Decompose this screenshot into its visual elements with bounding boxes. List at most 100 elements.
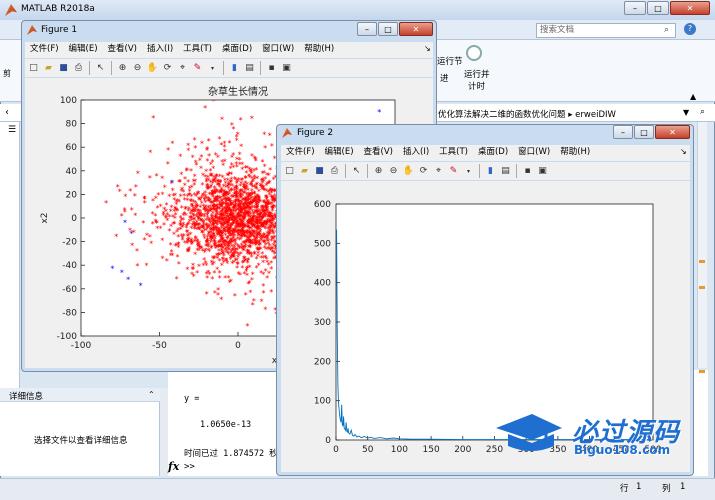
- brush-dropdown-icon[interactable]: ▾: [206, 62, 219, 75]
- print-icon[interactable]: ⎙: [72, 62, 85, 75]
- status-bar: [0, 478, 715, 500]
- status-row-label: 行: [620, 484, 629, 494]
- show-tools-icon[interactable]: ▣: [280, 62, 293, 75]
- menu-help[interactable]: 帮助(H): [299, 42, 339, 58]
- new-figure-icon[interactable]: □: [27, 62, 40, 75]
- figure2-close-button[interactable]: ✕: [655, 125, 690, 139]
- menu-edit[interactable]: 编辑(E): [320, 145, 359, 161]
- save-icon[interactable]: ■: [57, 62, 70, 75]
- menu-help[interactable]: 帮助(H): [555, 145, 595, 161]
- figure2-minimize-button[interactable]: –: [613, 125, 633, 139]
- search-icon[interactable]: ⌕: [664, 25, 669, 35]
- x-tick-label: 50: [362, 445, 374, 455]
- new-figure-icon[interactable]: □: [283, 165, 296, 178]
- pan-icon[interactable]: ✋: [402, 165, 415, 178]
- menu-edit[interactable]: 编辑(E): [64, 42, 103, 58]
- menu-desktop[interactable]: 桌面(D): [473, 145, 513, 161]
- scatter-point: *: [193, 205, 197, 214]
- run-and-time-line2[interactable]: 计时: [468, 80, 485, 92]
- scatter-point: *: [229, 277, 233, 286]
- scatter-point: *: [257, 194, 261, 203]
- legend-icon[interactable]: ▤: [243, 62, 256, 75]
- menu-desktop[interactable]: 桌面(D): [217, 42, 257, 58]
- scatter-point: *: [251, 301, 255, 310]
- back-arrow-icon[interactable]: ‹: [5, 107, 9, 118]
- right-scroll-strip[interactable]: [697, 122, 707, 368]
- details-collapse-icon[interactable]: ⌃: [148, 390, 155, 399]
- path-search-icon[interactable]: ⌕: [700, 107, 705, 117]
- colorbar-icon[interactable]: ▮: [484, 165, 497, 178]
- scatter-point: *: [216, 154, 220, 163]
- colorbar-icon[interactable]: ▮: [228, 62, 241, 75]
- scatter-point: *: [155, 172, 159, 181]
- print-icon[interactable]: ⎙: [328, 165, 341, 178]
- search-docs-input[interactable]: 搜索文档: [536, 23, 676, 38]
- legend-icon[interactable]: ▤: [499, 165, 512, 178]
- path-text[interactable]: 优化算法解决二维的函数优化问题 ▸ erweiDIW: [438, 108, 616, 120]
- scatter-point: *: [170, 179, 174, 188]
- scatter-point: *: [269, 189, 273, 198]
- run-and-time-line1[interactable]: 运行并: [464, 68, 490, 80]
- save-icon[interactable]: ■: [313, 165, 326, 178]
- zoom-out-icon[interactable]: ⊖: [387, 165, 400, 178]
- ribbon-collapse-icon[interactable]: ▲: [690, 92, 696, 101]
- scatter-point: *: [377, 108, 381, 117]
- zoom-in-icon[interactable]: ⊕: [372, 165, 385, 178]
- menu-tools[interactable]: 工具(T): [178, 42, 217, 58]
- cmd-prompt[interactable]: >>: [184, 462, 195, 472]
- figure1-minimize-button[interactable]: –: [357, 22, 377, 36]
- open-icon[interactable]: ▰: [42, 62, 55, 75]
- scatter-point: *: [162, 221, 166, 230]
- open-icon[interactable]: ▰: [298, 165, 311, 178]
- menu-window[interactable]: 窗口(W): [513, 145, 555, 161]
- menu-file[interactable]: 文件(F): [281, 145, 320, 161]
- x-tick-label: -50: [152, 341, 167, 351]
- menu-view[interactable]: 查看(V): [359, 145, 398, 161]
- show-tools-icon[interactable]: ▣: [536, 165, 549, 178]
- scatter-point: *: [210, 258, 214, 267]
- fx-icon[interactable]: fx: [168, 460, 179, 473]
- y-tick-label: 20: [66, 190, 78, 200]
- rotate-icon[interactable]: ⟳: [161, 62, 174, 75]
- zoom-in-icon[interactable]: ⊕: [116, 62, 129, 75]
- hide-tools-icon[interactable]: ▪: [521, 165, 534, 178]
- menu-window[interactable]: 窗口(W): [257, 42, 299, 58]
- pointer-icon[interactable]: ↖: [94, 62, 107, 75]
- menu-insert[interactable]: 插入(I): [398, 145, 434, 161]
- data-cursor-icon[interactable]: ⌖: [432, 165, 445, 178]
- folder-panel-menu-icon[interactable]: ☰: [8, 125, 16, 135]
- menu-file[interactable]: 文件(F): [25, 42, 64, 58]
- left-ribbon-clip-label[interactable]: 剪: [3, 68, 11, 79]
- scatter-point: *: [235, 133, 239, 142]
- ribbon-advance-label[interactable]: 进: [440, 72, 449, 84]
- data-cursor-icon[interactable]: ⌖: [176, 62, 189, 75]
- menu-tools[interactable]: 工具(T): [434, 145, 473, 161]
- pan-icon[interactable]: ✋: [146, 62, 159, 75]
- panel-splitter[interactable]: [160, 388, 168, 476]
- figure2-maximize-button[interactable]: □: [634, 125, 654, 139]
- zoom-out-icon[interactable]: ⊖: [131, 62, 144, 75]
- scatter-point: *: [259, 182, 263, 191]
- matlab-minimize-button[interactable]: –: [624, 1, 646, 15]
- figure1-menu-pin-icon[interactable]: ↘: [424, 44, 431, 53]
- ribbon-run-section-label[interactable]: 运行节: [437, 55, 463, 67]
- pointer-icon[interactable]: ↖: [350, 165, 363, 178]
- brush-icon[interactable]: ✎: [191, 62, 204, 75]
- figure2-menu-pin-icon[interactable]: ↘: [680, 147, 687, 156]
- hide-tools-icon[interactable]: ▪: [265, 62, 278, 75]
- rotate-icon[interactable]: ⟳: [417, 165, 430, 178]
- path-dropdown-icon[interactable]: ▼: [683, 108, 689, 117]
- matlab-close-button[interactable]: ✕: [670, 1, 710, 15]
- matlab-maximize-button[interactable]: □: [647, 1, 669, 15]
- run-and-time-icon[interactable]: [466, 45, 482, 61]
- figure1-maximize-button[interactable]: □: [378, 22, 398, 36]
- menu-view[interactable]: 查看(V): [103, 42, 142, 58]
- menu-insert[interactable]: 插入(I): [142, 42, 178, 58]
- figure1-close-button[interactable]: ✕: [399, 22, 433, 36]
- brush-dropdown-icon[interactable]: ▾: [462, 165, 475, 178]
- help-icon[interactable]: ?: [684, 23, 696, 35]
- chart-title: 杂草生长情况: [208, 85, 268, 98]
- scatter-point: *: [261, 259, 265, 268]
- x-tick-label: 0: [333, 445, 339, 455]
- brush-icon[interactable]: ✎: [447, 165, 460, 178]
